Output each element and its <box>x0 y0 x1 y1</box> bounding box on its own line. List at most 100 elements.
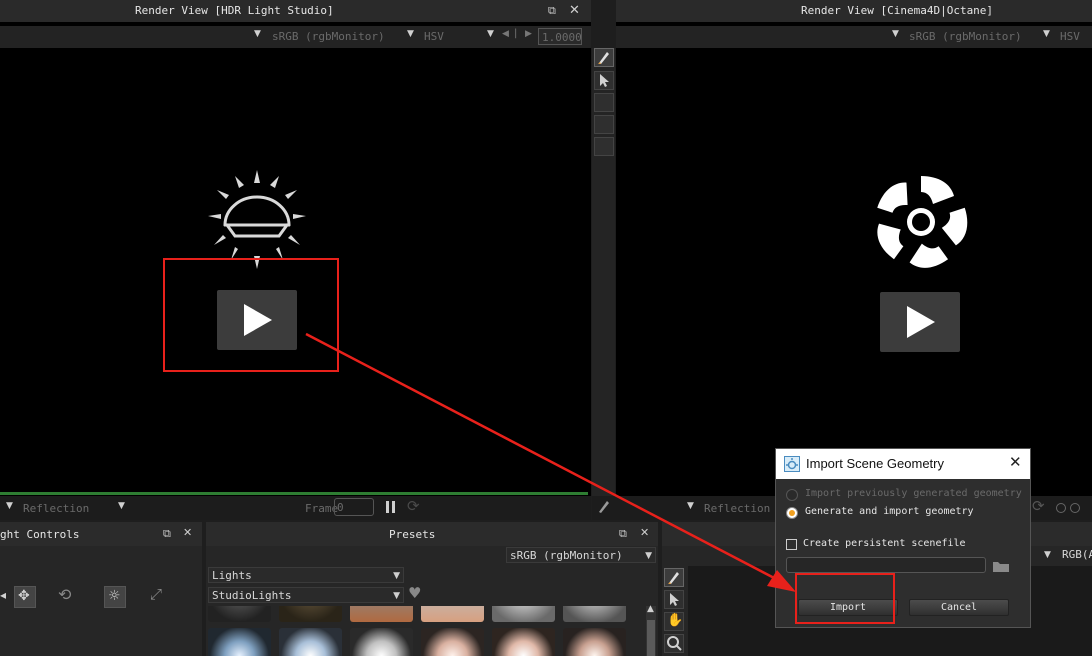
dot-icon <box>1070 503 1080 513</box>
light-control-buttons: ◂ ✥ ⟲ ☼ ⤢ <box>0 584 202 610</box>
close-icon[interactable]: ✕ <box>640 526 649 539</box>
toolbar-slot[interactable] <box>594 93 614 112</box>
refresh-icon[interactable]: ⟳ <box>407 497 420 515</box>
left-view-title: Render View [HDR Light Studio] <box>135 4 334 17</box>
left-view-titlebar: Render View [HDR Light Studio] ⧉ ✕ <box>0 0 591 22</box>
chevron-down-icon[interactable]: ▼ <box>687 501 694 511</box>
preset-thumbnail[interactable] <box>350 606 413 622</box>
sun-icon: ☼ <box>108 588 121 604</box>
restore-icon[interactable]: ⧉ <box>548 0 556 22</box>
dot-icon <box>1056 503 1066 513</box>
preset-thumbnail[interactable] <box>492 628 555 656</box>
checkbox[interactable] <box>786 539 797 550</box>
presets-scrollbar[interactable]: ▲ <box>646 604 656 656</box>
chevron-down-icon[interactable]: ▼ <box>6 501 13 511</box>
preset-thumbnail[interactable] <box>279 606 342 622</box>
rotate-icon[interactable]: ⟲ <box>58 585 71 604</box>
right-render-view: Render View [Cinema4D|Octane] ▼ sRGB (rg… <box>592 0 1092 520</box>
light-controls-titlebar: ght Controls ⧉ ✕ <box>0 522 202 546</box>
preset-thumbnail[interactable] <box>563 628 626 656</box>
octane-logo-icon <box>877 176 968 268</box>
brush-icon[interactable] <box>664 568 684 587</box>
chevron-down-icon[interactable]: ▼ <box>892 29 899 39</box>
zoom-icon[interactable] <box>664 634 684 653</box>
brush-icon[interactable] <box>594 48 614 67</box>
app-icon <box>784 456 800 472</box>
chevron-down-icon: ▼ <box>645 551 652 561</box>
right-panel-color-space[interactable]: RGB(A ▼ <box>1040 547 1092 563</box>
dialog-title: Import Scene Geometry <box>806 456 944 471</box>
close-icon[interactable]: ✕ <box>1009 453 1022 471</box>
preset-thumbnail[interactable] <box>350 628 413 656</box>
right-color-model[interactable]: HSV <box>1060 30 1080 43</box>
presets-color-space-select[interactable]: sRGB (rgbMonitor) ▼ <box>506 547 656 563</box>
light-intensity-button[interactable]: ☼ <box>104 586 126 608</box>
right-color-space[interactable]: sRGB (rgbMonitor) <box>909 30 1022 43</box>
hand-icon[interactable]: ✋ <box>664 612 684 631</box>
heart-icon[interactable]: ♥ <box>408 584 421 602</box>
left-color-model[interactable]: HSV <box>424 30 444 43</box>
toolbar-slot[interactable] <box>594 137 614 156</box>
presets-category-select[interactable]: Lights ▼ <box>208 567 404 583</box>
presets-title: Presets <box>389 528 436 541</box>
chevron-down-icon: ▼ <box>393 571 400 581</box>
frame-input[interactable]: 0 <box>334 498 374 516</box>
right-bottom-mode[interactable]: Reflection <box>704 502 770 515</box>
close-icon[interactable]: ✕ <box>569 0 580 22</box>
toolbar-slot[interactable] <box>594 115 614 134</box>
sun-dome-icon <box>208 170 306 269</box>
scale-icon[interactable]: ⤢ <box>150 585 162 603</box>
folder-icon[interactable] <box>992 559 1010 573</box>
chevron-down-icon[interactable]: ▼ <box>1043 29 1050 39</box>
move-light-button[interactable]: ✥ <box>14 586 36 608</box>
close-icon[interactable]: ✕ <box>183 526 192 539</box>
middle-toolbar <box>592 48 615 520</box>
restore-icon[interactable]: ⧉ <box>619 527 627 541</box>
right-play-button[interactable] <box>880 292 960 352</box>
cursor-icon[interactable] <box>594 71 614 90</box>
move-icon: ✥ <box>18 588 30 604</box>
arrow-left-icon[interactable]: ◂ <box>0 588 6 602</box>
chevron-down-icon: ▼ <box>1044 550 1051 560</box>
cursor-icon[interactable] <box>664 590 684 609</box>
radio-option-import-previous[interactable]: Import previously generated geometry <box>786 488 1026 502</box>
step-back-icon[interactable]: ◀ <box>502 29 509 39</box>
left-color-space[interactable]: sRGB (rgbMonitor) <box>272 30 385 43</box>
preset-thumbnail[interactable] <box>208 606 271 622</box>
preset-thumbnail[interactable] <box>279 628 342 656</box>
scroll-up-icon[interactable]: ▲ <box>647 604 654 614</box>
dialog-titlebar: Import Scene Geometry ✕ <box>776 449 1030 479</box>
step-forward-icon[interactable]: ▶ <box>525 29 532 39</box>
left-progress-line <box>0 492 588 495</box>
chevron-down-icon[interactable]: ▼ <box>407 29 414 39</box>
brush-icon[interactable] <box>595 498 615 517</box>
chevron-down-icon[interactable]: ▼ <box>118 501 125 511</box>
presets-panel: Presets ⧉ ✕ sRGB (rgbMonitor) ▼ Lights ▼… <box>206 522 658 656</box>
persistent-scenefile-checkbox[interactable]: Create persistent scenefile <box>786 538 1026 552</box>
preset-thumbnail[interactable] <box>208 628 271 656</box>
divider-icon: | <box>514 28 518 39</box>
refresh-icon[interactable]: ⟳ <box>1032 497 1045 515</box>
chevron-down-icon[interactable]: ▼ <box>487 29 494 39</box>
presets-titlebar: Presets ⧉ ✕ <box>206 522 658 546</box>
scenefile-path-input[interactable] <box>786 557 986 573</box>
radio-button[interactable] <box>786 489 798 501</box>
preset-thumbnail[interactable] <box>421 606 484 622</box>
radio-button-selected[interactable] <box>786 507 798 519</box>
left-bottom-mode[interactable]: Reflection <box>23 502 89 515</box>
cancel-button[interactable]: Cancel <box>909 599 1009 616</box>
light-controls-panel: ght Controls ⧉ ✕ ◂ ✥ ⟲ ☼ ⤢ <box>0 522 202 656</box>
preset-thumbnail[interactable] <box>492 606 555 622</box>
chevron-down-icon: ▼ <box>393 591 400 601</box>
pause-icon[interactable] <box>386 501 396 513</box>
restore-icon[interactable]: ⧉ <box>163 527 171 541</box>
preset-thumbnail[interactable] <box>421 628 484 656</box>
radio-option-generate[interactable]: Generate and import geometry <box>786 506 1026 520</box>
exposure-input[interactable]: 1.0000 <box>538 28 582 45</box>
play-icon <box>907 306 935 338</box>
presets-subcategory-select[interactable]: StudioLights ▼ <box>208 587 404 603</box>
highlight-box-import <box>795 573 895 624</box>
right-view-titlebar: Render View [Cinema4D|Octane] <box>616 0 1092 22</box>
preset-thumbnail[interactable] <box>563 606 626 622</box>
chevron-down-icon[interactable]: ▼ <box>254 29 261 39</box>
